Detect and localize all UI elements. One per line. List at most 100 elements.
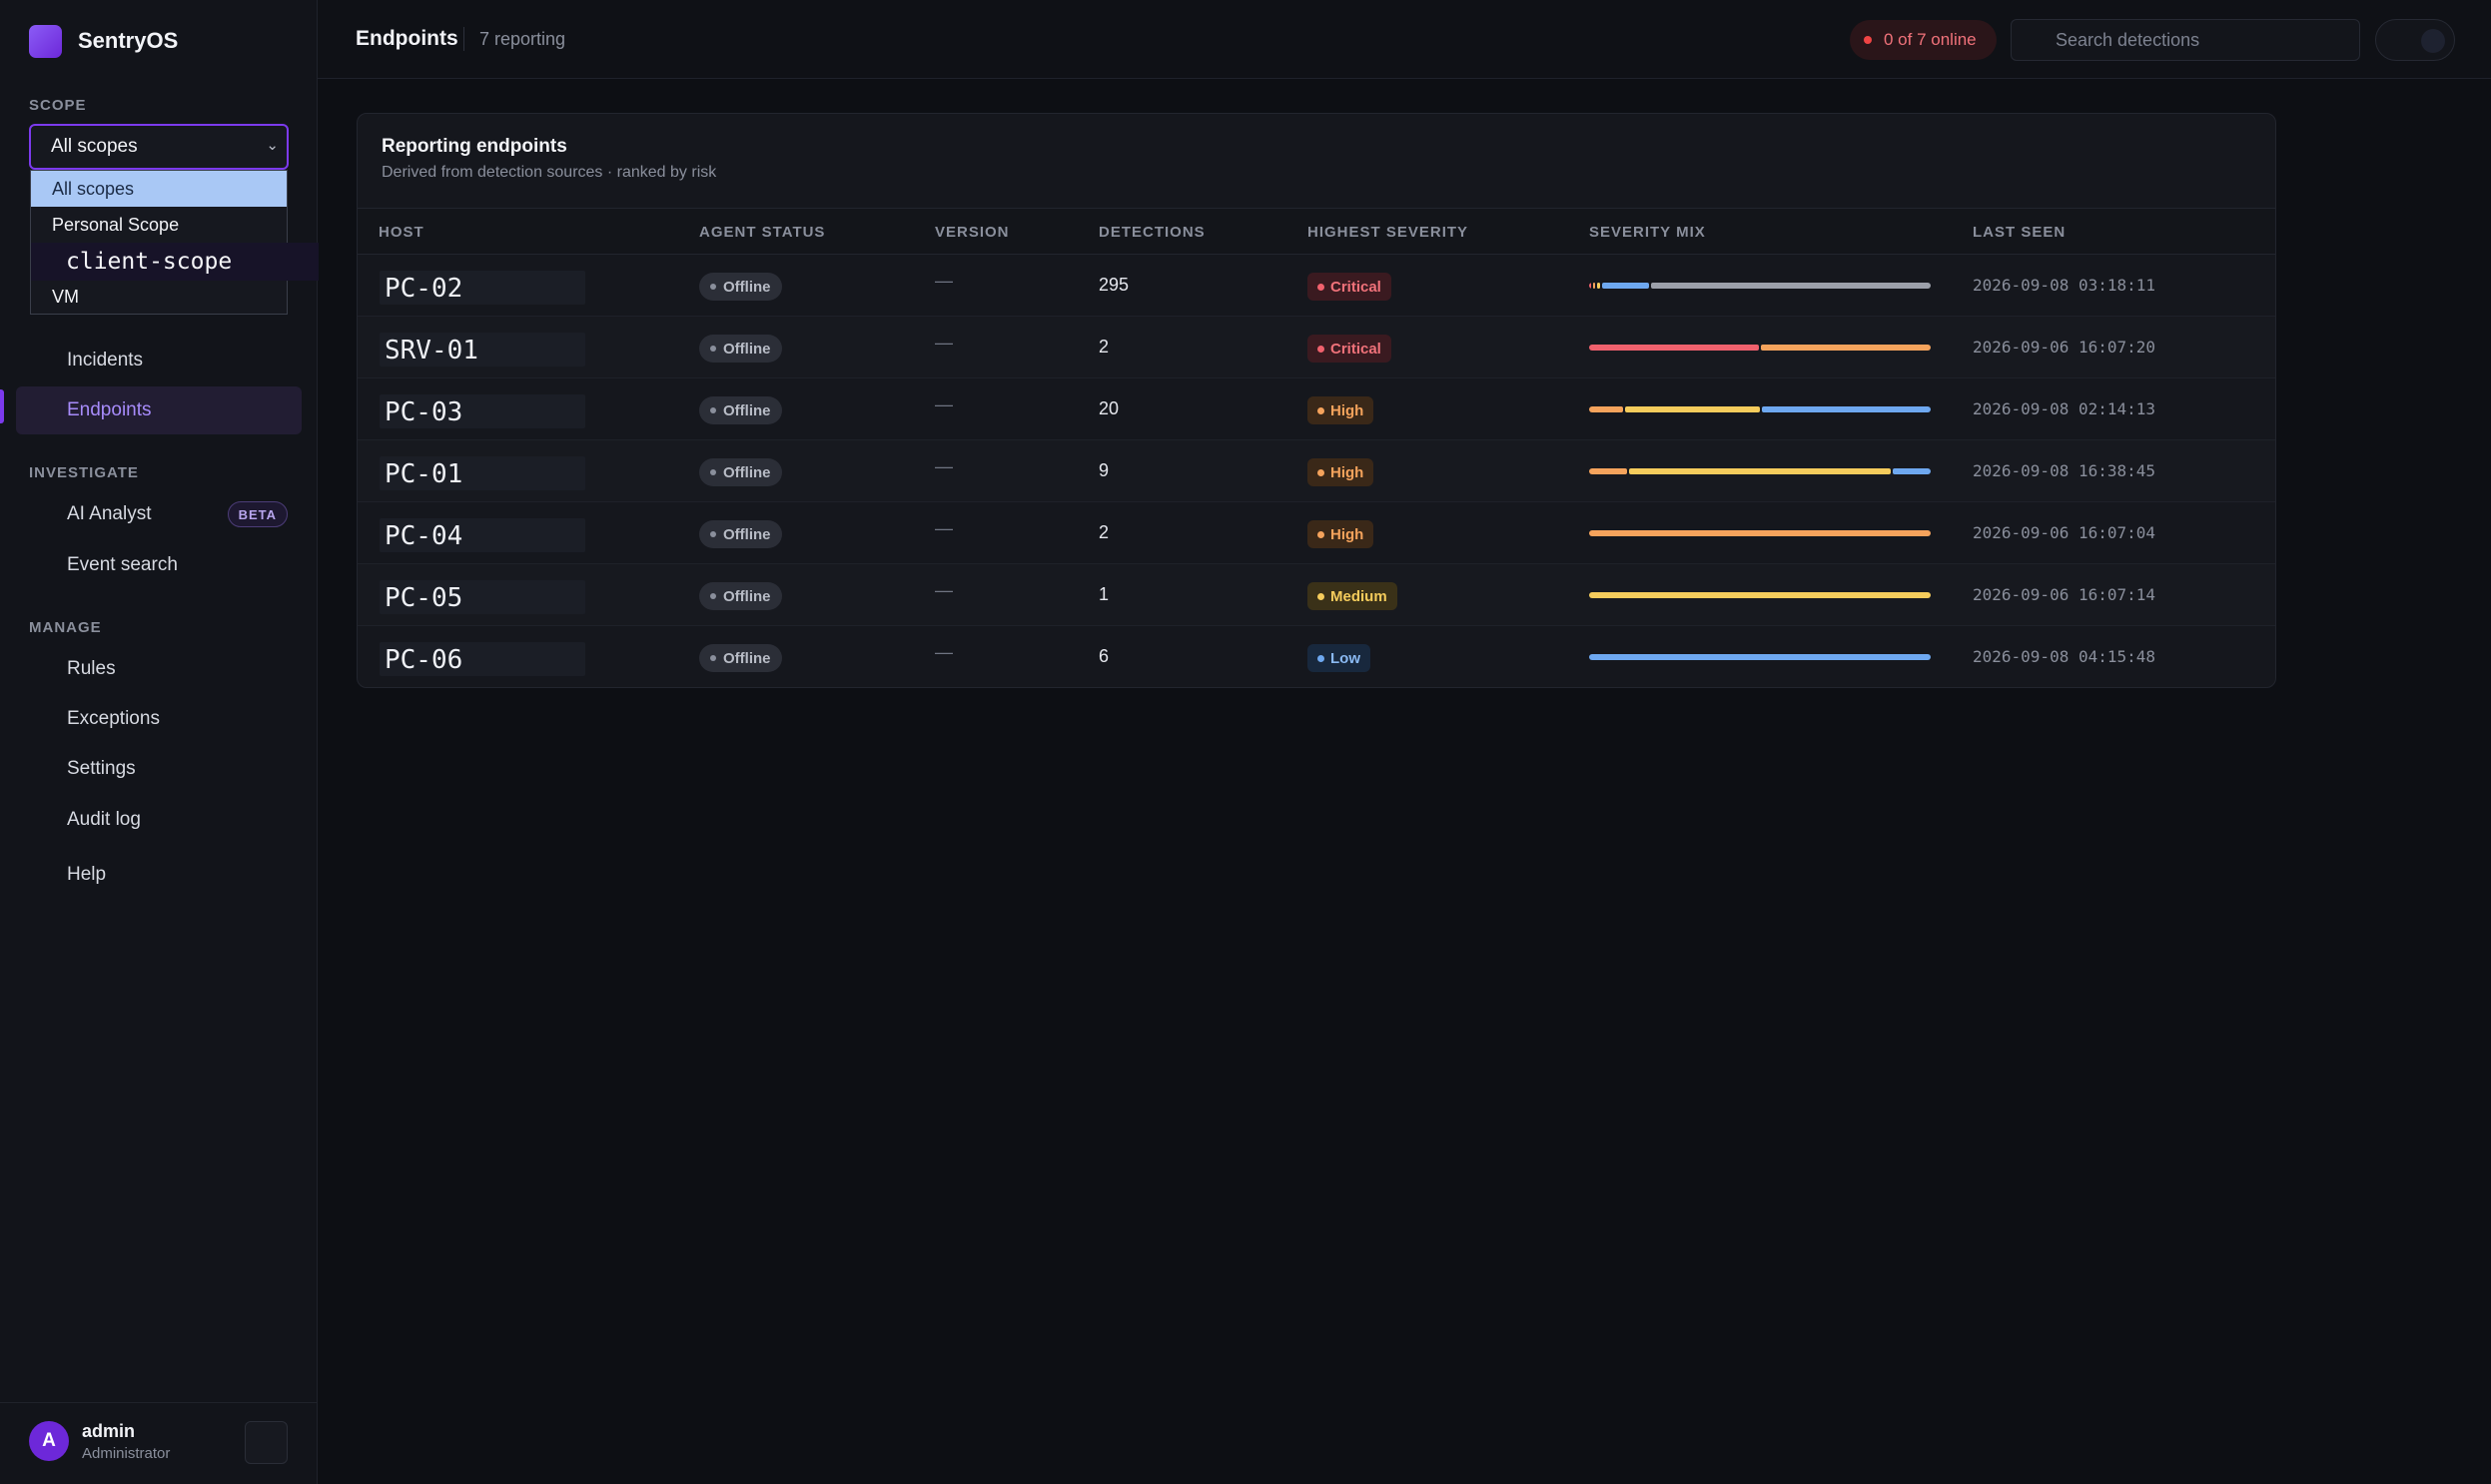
sidebar-item-exceptions[interactable]: Exceptions [16,695,302,743]
table-row[interactable]: PC-06 Offline — 6 Low 2026-09-08 04:15:48 [358,626,2275,687]
severity-mix-segment-high [1761,345,1931,351]
table-row[interactable]: PC-05 Offline — 1 Medium 2026-09-06 16:07:14 [358,564,2275,626]
scope-select-value: All scopes [51,136,138,157]
agent-status-badge: Offline [699,458,782,486]
last-seen-timestamp: 2026-09-08 02:14:13 [1973,399,2156,418]
sidebar-item-rules[interactable]: Rules [16,645,302,693]
agent-status-badge: Offline [699,644,782,672]
status-dot-icon [710,531,716,537]
severity-dot-icon [1317,283,1324,291]
severity-mix-bar [1589,283,1931,289]
sidebar-item-label: Settings [67,758,136,779]
severity-mix-bar [1589,592,1931,598]
toggle-knob-icon [2421,29,2445,53]
avatar[interactable]: A [29,1421,69,1461]
sidebar-item-settings[interactable]: Settings [16,745,302,793]
severity-mix-segment-high [1589,406,1623,412]
host-name[interactable]: PC-01 [385,459,462,489]
severity-mix-bar [1589,345,1931,351]
status-dot-icon [1864,36,1872,44]
sidebar-item-label: Incidents [67,350,144,371]
column-header-last-seen[interactable]: LAST SEEN [1973,224,2066,241]
sidebar-item-label: Help [67,864,107,885]
search-placeholder: Search detections [2056,29,2200,50]
sidebar-item-event-search[interactable]: Event search [16,541,302,589]
severity-badge: High [1307,458,1374,486]
severity-badge: Critical [1307,273,1391,301]
scope-label: SCOPE [29,97,87,114]
host-name[interactable]: PC-06 [385,645,462,675]
host-name[interactable]: PC-05 [385,583,462,613]
active-indicator [0,389,4,423]
detections-count: 295 [1099,275,1130,295]
sidebar-item-endpoints[interactable]: Endpoints [16,386,302,434]
severity-mix-segment-medium [1597,283,1601,289]
page-subtitle: 7 reporting [479,29,566,49]
online-status-badge[interactable]: 0 of 7 online [1850,20,1997,60]
column-header-version[interactable]: VERSION [935,224,1010,241]
severity-mix-segment-medium [1628,468,1892,474]
severity-mix-bar [1589,468,1931,474]
column-header-agent-status[interactable]: AGENT STATUS [699,224,825,241]
title-divider [463,27,464,51]
severity-text: High [1330,401,1364,419]
severity-mix-segment-medium [1589,592,1931,598]
status-dot-icon [710,407,716,413]
user-menu-button[interactable] [245,1421,288,1464]
table-row[interactable]: PC-02 Offline — 295 Critical 2026-09-08 03:18… [358,255,2275,317]
agent-status-text: Offline [723,649,771,667]
host-name[interactable]: PC-04 [385,521,462,551]
host-name[interactable]: PC-02 [385,274,462,304]
severity-text: Medium [1330,587,1387,605]
scope-option-all[interactable]: All scopes [31,171,287,207]
agent-status-text: Offline [723,587,771,605]
host-name[interactable]: SRV-01 [385,336,478,366]
sidebar-item-audit-log[interactable]: Audit log [16,796,302,844]
sidebar-item-incidents[interactable]: Incidents [16,337,302,384]
version-value: — [935,642,953,662]
severity-badge: High [1307,396,1374,424]
scope-option-personal[interactable]: Personal Scope [31,207,287,243]
sidebar-item-label: Event search [67,554,178,575]
sidebar-item-ai-analyst[interactable]: AI Analyst BETA [16,490,302,538]
brand[interactable]: SentryOS [29,24,178,58]
column-header-host[interactable]: HOST [379,224,424,241]
search-input[interactable]: Search detections [2011,19,2360,61]
sidebar-item-help[interactable]: Help [16,851,302,899]
column-header-detections[interactable]: DETECTIONS [1099,224,1206,241]
severity-dot-icon [1317,654,1324,662]
theme-toggle[interactable] [2375,19,2455,61]
column-header-severity-mix[interactable]: SEVERITY MIX [1589,224,1706,241]
table-row[interactable]: PC-04 Offline — 2 High 2026-09-06 16:07:04 [358,502,2275,564]
severity-text: Critical [1330,340,1381,358]
severity-dot-icon [1317,592,1324,600]
sidebar-item-label: Audit log [67,809,141,830]
severity-dot-icon [1317,468,1324,476]
status-dot-icon [710,469,716,475]
severity-mix-bar [1589,654,1931,660]
brand-name: SentryOS [78,28,179,53]
severity-badge: High [1307,520,1374,548]
scope-option-client[interactable]: client-scope [31,243,319,281]
scope-option-vm[interactable]: VM [31,281,287,314]
table-header: HOST AGENT STATUS VERSION DETECTIONS HIG… [358,208,2275,255]
detections-count: 1 [1099,584,1110,604]
agent-status-text: Offline [723,525,771,543]
agent-status-text: Offline [723,401,771,419]
scope-select[interactable]: All scopes ⌄ [29,124,289,170]
severity-mix-segment-high [1589,468,1627,474]
agent-status-badge: Offline [699,520,782,548]
agent-status-text: Offline [723,278,771,296]
column-header-highest-severity[interactable]: HIGHEST SEVERITY [1307,224,1468,241]
host-name[interactable]: PC-03 [385,397,462,427]
status-dot-icon [710,655,716,661]
table-row[interactable]: SRV-01 Offline — 2 Critical 2026-09-06 16:07:… [358,317,2275,378]
last-seen-timestamp: 2026-09-06 16:07:14 [1973,585,2156,604]
severity-mix-bar [1589,406,1931,412]
severity-mix-segment-low [1602,283,1649,289]
severity-mix-segment-high [1593,283,1595,289]
table-row[interactable]: PC-03 Offline — 20 High 2026-09-08 02:14:13 [358,378,2275,440]
severity-dot-icon [1317,530,1324,538]
table-row[interactable]: PC-01 Offline — 9 High 2026-09-08 16:38:45 [358,440,2275,502]
reporting-endpoints-card: Reporting endpoints Derived from detecti… [357,113,2276,688]
